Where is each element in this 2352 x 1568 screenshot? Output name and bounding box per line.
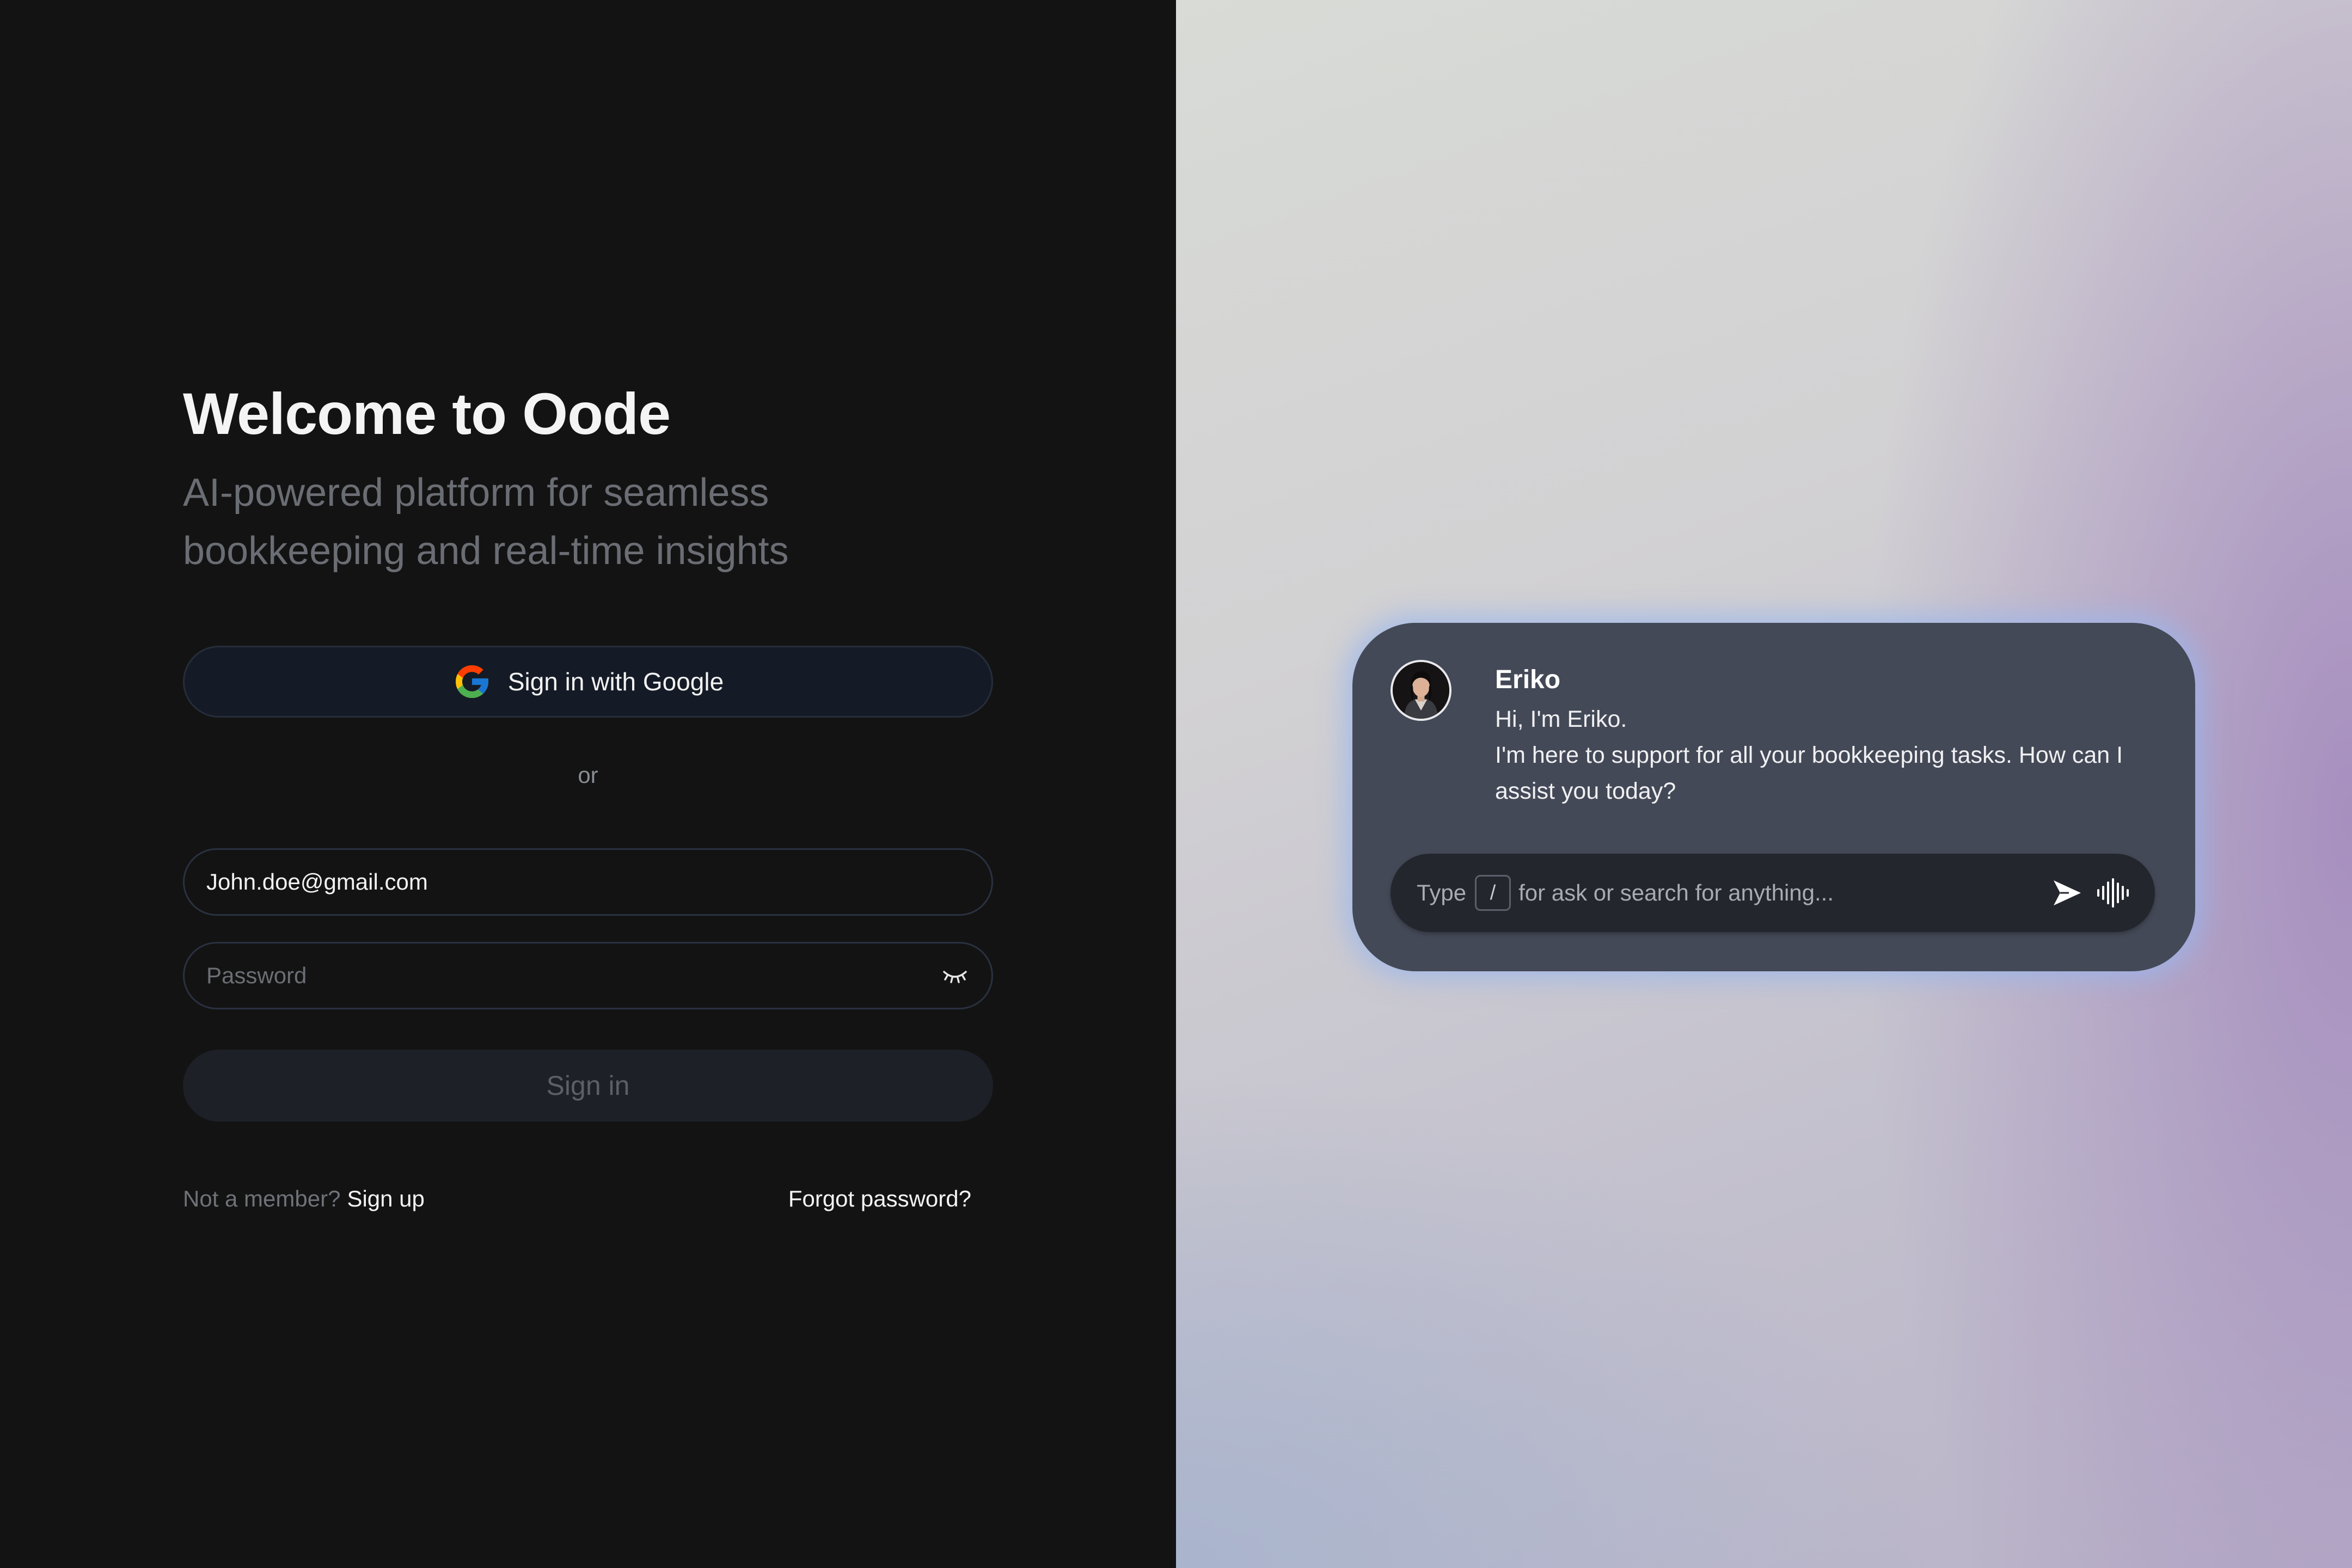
page: Welcome to Oode AI-powered platform for … (0, 0, 2352, 1568)
input-prefix-text: Type (1417, 880, 1467, 905)
assistant-name: Eriko (1495, 665, 1561, 694)
password-input[interactable] (206, 963, 942, 989)
closed-eye-icon[interactable] (942, 967, 967, 984)
signin-form: Welcome to Oode AI-powered platform for … (183, 376, 993, 1215)
page-subtitle: AI-powered platform for seamless bookkee… (183, 471, 789, 573)
page-title: Welcome to Oode (183, 381, 671, 446)
assistant-greeting: Hi, I'm Eriko. (1495, 706, 1627, 732)
or-divider: or (578, 762, 598, 788)
send-icon[interactable] (2051, 877, 2083, 909)
signup-prompt: Not a member? Sign up (183, 1186, 425, 1212)
avatar-portrait-icon (1393, 662, 1449, 719)
assistant-message-text: I'm here to support for all your bookkee… (1495, 742, 2123, 804)
signin-panel: Welcome to Oode AI-powered platform for … (0, 0, 1176, 1568)
assistant-preview-panel: Eriko Hi, I'm Eriko. I'm here to support… (1176, 0, 2352, 1568)
slash-shortcut-key: / (1475, 875, 1511, 911)
email-field[interactable] (183, 848, 993, 916)
email-input[interactable] (206, 869, 967, 895)
assistant-message: Eriko Hi, I'm Eriko. I'm here to support… (1495, 664, 2176, 809)
assistant-avatar (1391, 660, 1451, 721)
forgot-password-link[interactable]: Forgot password? (788, 1186, 971, 1212)
assistant-input[interactable]: Type / for ask or search for anything... (1391, 854, 2155, 932)
sound-wave-icon[interactable] (2096, 877, 2130, 909)
signin-button[interactable]: Sign in (183, 1050, 993, 1122)
assistant-chat-card: Eriko Hi, I'm Eriko. I'm here to support… (1352, 623, 2195, 971)
input-suffix-text: for ask or search for anything... (1518, 880, 1834, 905)
google-logo-icon (455, 665, 488, 698)
signup-link[interactable]: Sign up (347, 1186, 424, 1211)
auth-footer: Not a member? Sign up Forgot password? (183, 1183, 971, 1215)
google-signin-label: Sign in with Google (507, 667, 724, 696)
password-field[interactable] (183, 942, 993, 1009)
google-signin-button[interactable]: Sign in with Google (183, 646, 993, 718)
not-member-text: Not a member? (183, 1186, 341, 1211)
